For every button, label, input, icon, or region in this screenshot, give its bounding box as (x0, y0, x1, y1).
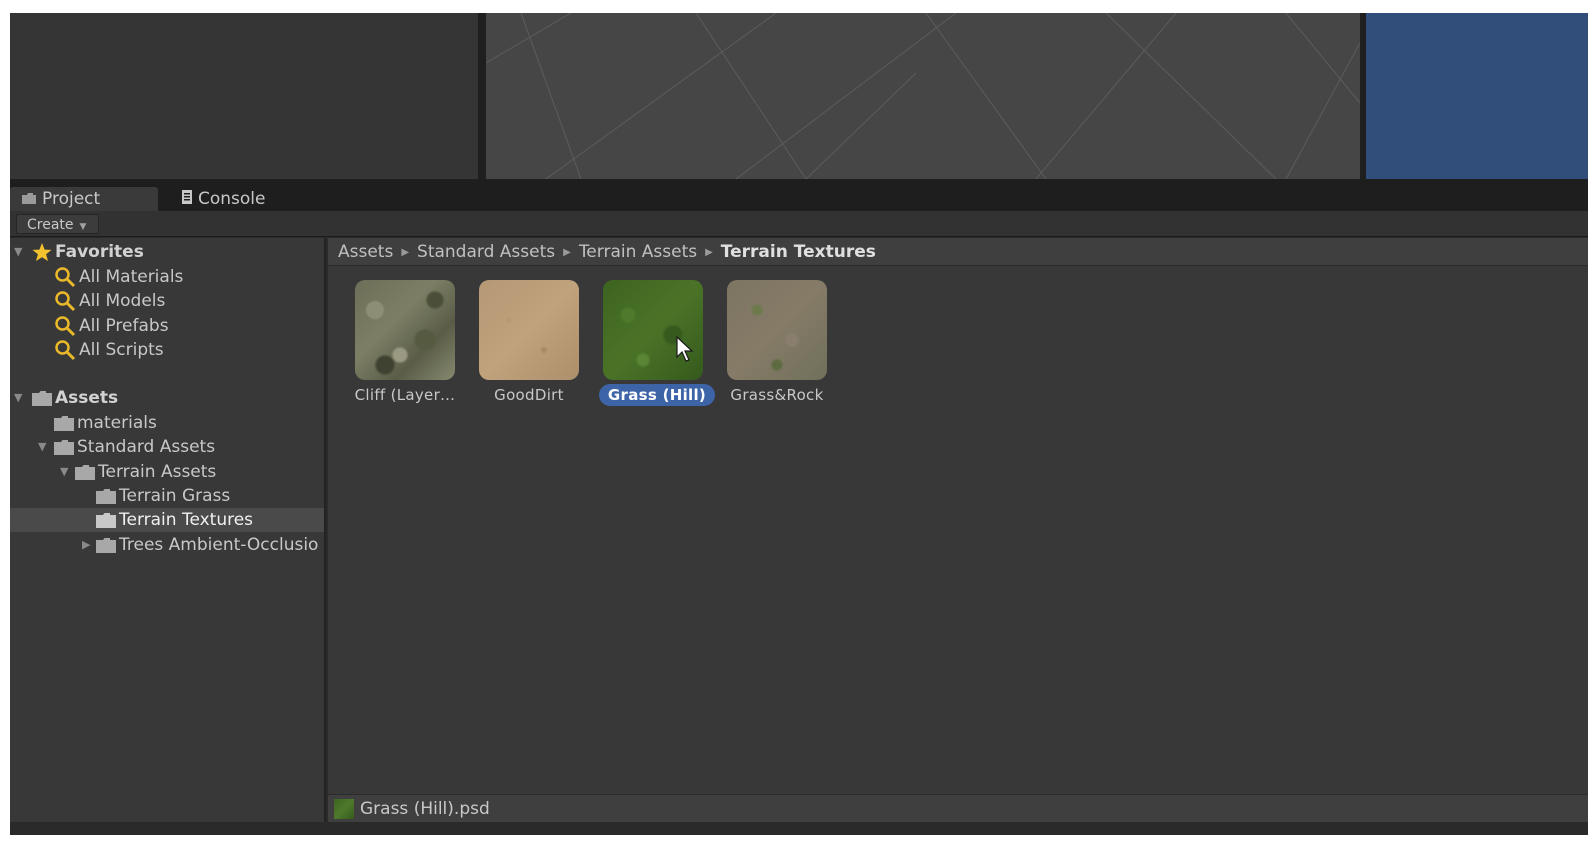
breadcrumb: Assets ▶ Standard Assets ▶ Terrain Assets ▶ Te… (328, 238, 1588, 266)
folder-icon (96, 512, 116, 528)
tab-project[interactable]: Project (10, 187, 158, 211)
folder-icon (54, 415, 74, 431)
tree-item-all-models[interactable]: All Models (10, 289, 324, 313)
tree-label: All Scripts (79, 340, 164, 360)
folder-icon (75, 464, 95, 480)
tab-console[interactable]: Console (170, 187, 310, 211)
expand-arrow-icon[interactable]: ▼ (14, 386, 22, 410)
tree-label: Terrain Assets (98, 462, 217, 482)
tree-label: Assets (55, 388, 119, 408)
scene-grid (486, 13, 1360, 179)
editor-window: Project Console Create ▼ ▼ Favorites All … (10, 13, 1588, 835)
selected-file-name: Grass (Hill).psd (360, 799, 490, 819)
tree-item-assets[interactable]: ▼ Assets (10, 386, 324, 410)
star-icon (32, 242, 52, 261)
breadcrumb-current[interactable]: Terrain Textures (721, 242, 876, 262)
tree-item-terrain-grass[interactable]: Terrain Grass (10, 484, 324, 508)
breadcrumb-item[interactable]: Terrain Assets (579, 242, 697, 262)
tree-label: All Materials (79, 267, 184, 287)
tab-label: Console (198, 189, 266, 209)
expand-arrow-icon[interactable]: ▼ (14, 240, 22, 264)
search-icon (55, 267, 76, 288)
asset-label: Grass&Rock (730, 386, 824, 404)
asset-label-selected: Grass (Hill) (599, 384, 715, 406)
folder-icon (54, 439, 74, 455)
search-icon (55, 291, 76, 312)
tree-label: materials (77, 413, 157, 433)
project-tree: ▼ Favorites All Materials All Models All… (10, 238, 326, 822)
grass-texture-thumbnail[interactable] (603, 280, 703, 380)
tab-label: Project (42, 189, 101, 209)
breadcrumb-arrow-icon: ▶ (563, 247, 571, 258)
tree-item-trees[interactable]: ▶ Trees Ambient-Occlusio (10, 533, 324, 557)
create-button[interactable]: Create ▼ (16, 214, 100, 234)
asset-grid-panel: Assets ▶ Standard Assets ▶ Terrain Assets ▶ Te… (328, 238, 1588, 822)
tree-label: Standard Assets (77, 437, 216, 457)
breadcrumb-item[interactable]: Standard Assets (417, 242, 555, 262)
tree-label: Trees Ambient-Occlusio (119, 535, 319, 555)
game-view[interactable] (1366, 13, 1588, 179)
status-bar: Grass (Hill).psd (328, 794, 1588, 822)
asset-tile[interactable]: Grass&Rock (705, 280, 829, 410)
console-icon (182, 187, 192, 211)
window-bottom-edge (10, 822, 1588, 835)
tree-item-standard-assets[interactable]: ▼ Standard Assets (10, 435, 324, 459)
selected-asset-thumbnail (334, 799, 354, 819)
tab-strip: Project Console (10, 179, 1588, 211)
folder-icon (96, 537, 116, 553)
tree-item-terrain-textures[interactable]: Terrain Textures (10, 508, 324, 532)
tree-label: All Prefabs (79, 316, 169, 336)
asset-tile[interactable]: Cliff (Layer… (333, 280, 457, 410)
asset-label: Cliff (Layer… (354, 386, 456, 404)
expand-arrow-icon[interactable]: ▼ (38, 435, 46, 459)
tree-label: All Models (79, 291, 166, 311)
tree-item-materials[interactable]: materials (10, 411, 324, 435)
folder-icon (22, 187, 36, 211)
tree-item-all-scripts[interactable]: All Scripts (10, 338, 324, 362)
expand-arrow-icon[interactable]: ▶ (82, 533, 90, 557)
hierarchy-view[interactable] (10, 13, 478, 179)
asset-label: GoodDirt (494, 386, 564, 404)
dirt-texture-thumbnail[interactable] (479, 280, 579, 380)
tree-item-all-materials[interactable]: All Materials (10, 265, 324, 289)
tree-label: Favorites (55, 242, 144, 262)
breadcrumb-item[interactable]: Assets (338, 242, 393, 262)
expand-arrow-icon[interactable]: ▼ (60, 460, 68, 484)
tree-label: Terrain Textures (119, 510, 254, 530)
tree-label: Terrain Grass (119, 486, 231, 506)
project-toolbar: Create ▼ (10, 211, 1588, 237)
grass-rock-texture-thumbnail[interactable] (727, 280, 827, 380)
folder-icon (32, 390, 52, 406)
breadcrumb-arrow-icon: ▶ (401, 247, 410, 258)
view-divider[interactable] (478, 13, 486, 179)
asset-tile[interactable]: GoodDirt (457, 280, 581, 410)
cliff-texture-thumbnail[interactable] (355, 280, 455, 380)
scene-view[interactable] (486, 13, 1360, 179)
dropdown-caret-icon: ▼ (79, 222, 87, 232)
tree-item-all-prefabs[interactable]: All Prefabs (10, 314, 324, 338)
create-label: Create (27, 217, 74, 233)
search-icon (55, 340, 76, 361)
breadcrumb-arrow-icon: ▶ (705, 247, 713, 258)
search-icon (55, 316, 76, 337)
tree-item-terrain-assets[interactable]: ▼ Terrain Assets (10, 460, 324, 484)
mouse-cursor-icon (676, 336, 694, 362)
tree-item-favorites[interactable]: ▼ Favorites (10, 240, 324, 264)
folder-icon (96, 488, 116, 504)
